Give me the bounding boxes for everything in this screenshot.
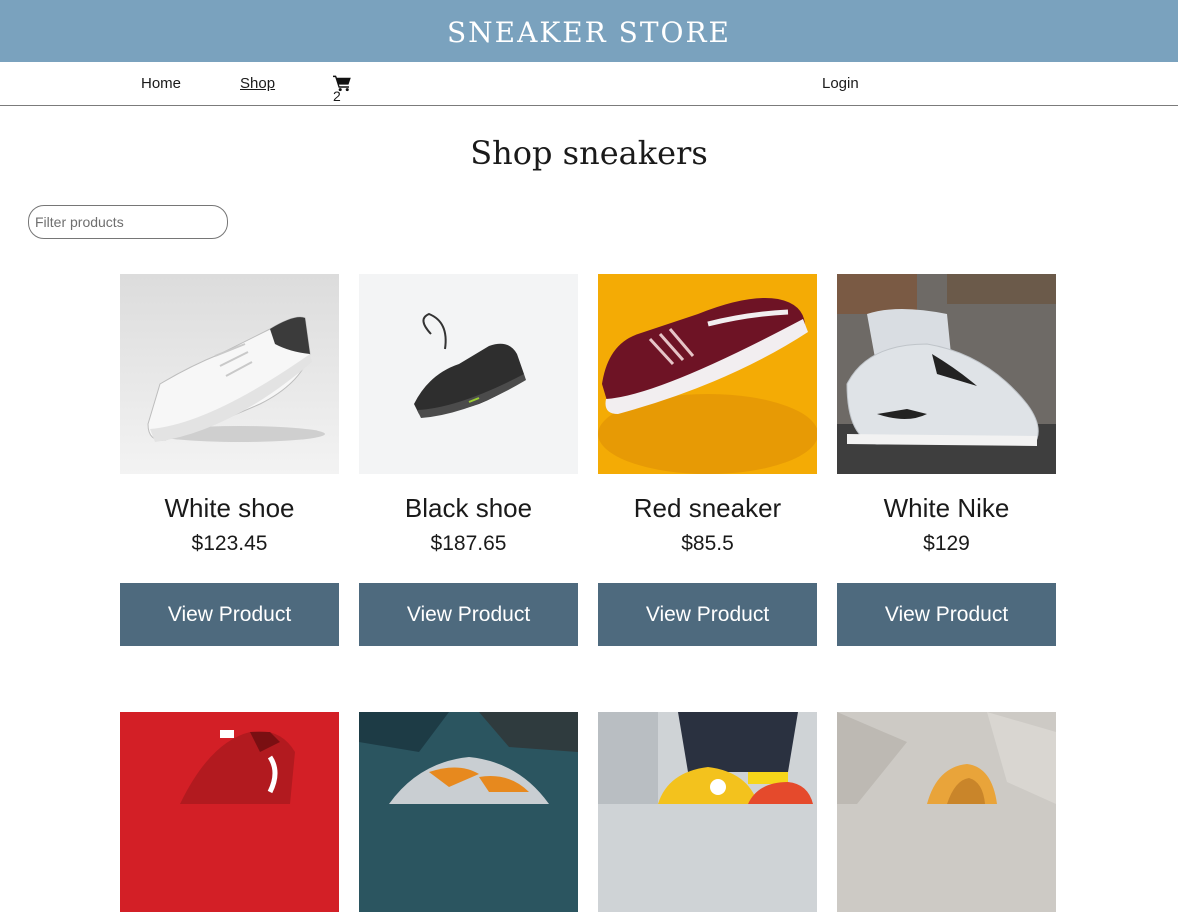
product-image[interactable]	[598, 712, 817, 912]
filter-products-input[interactable]	[28, 205, 228, 239]
view-product-button[interactable]: View Product	[598, 583, 817, 646]
product-image[interactable]	[837, 712, 1056, 912]
product-card: Black shoe $187.65 View Product	[359, 274, 578, 646]
product-name: White shoe	[164, 493, 295, 523]
site-header: SNEAKER STORE	[0, 0, 1178, 62]
product-image[interactable]	[359, 274, 578, 474]
product-image[interactable]	[837, 274, 1056, 474]
nav-cart-link[interactable]: 2	[333, 74, 352, 104]
product-name: White Nike	[883, 493, 1010, 523]
main-nav: Home Shop 2 Login	[0, 62, 1178, 106]
cart-count: 2	[333, 88, 341, 104]
view-product-button[interactable]: View Product	[120, 583, 339, 646]
view-product-button[interactable]: View Product	[837, 583, 1056, 646]
product-price: $129	[923, 532, 970, 555]
brand-title: SNEAKER STORE	[446, 15, 731, 49]
product-image[interactable]	[359, 712, 578, 912]
product-card	[359, 712, 578, 912]
product-card: White shoe $123.45 View Product	[120, 274, 339, 646]
product-card	[598, 712, 817, 912]
nav-login-link[interactable]: Login	[822, 75, 859, 92]
product-image[interactable]	[598, 274, 817, 474]
product-image[interactable]	[120, 712, 339, 912]
product-name: Black shoe	[404, 493, 533, 523]
product-price: $85.5	[681, 532, 734, 555]
product-card	[120, 712, 339, 912]
view-product-button[interactable]: View Product	[359, 583, 578, 646]
product-card: Red sneaker $85.5 View Product	[598, 274, 817, 646]
product-price: $123.45	[191, 532, 268, 555]
product-card	[837, 712, 1056, 912]
page-title: Shop sneakers	[470, 134, 708, 172]
product-image[interactable]	[120, 274, 339, 474]
product-name: Red sneaker	[633, 493, 782, 523]
nav-home-link[interactable]: Home	[141, 75, 181, 92]
product-price: $187.65	[430, 532, 507, 555]
nav-shop-link[interactable]: Shop	[240, 75, 275, 92]
product-card: White Nike $129 View Product	[837, 274, 1056, 646]
